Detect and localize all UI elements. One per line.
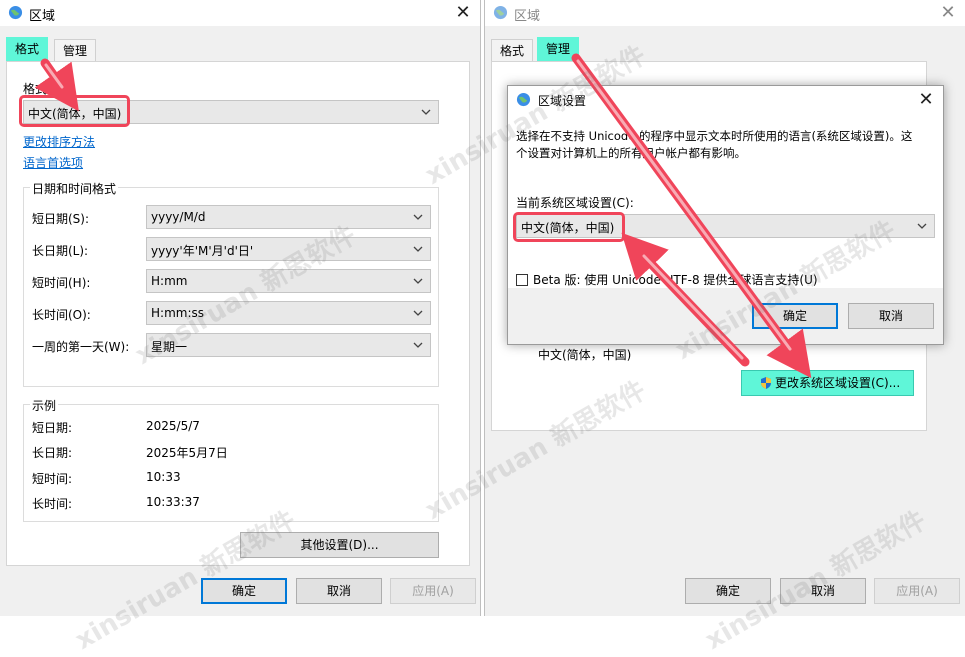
long-date-value: yyyy'年'M'月'd'日': [151, 244, 254, 258]
highlight-locale-select: [513, 212, 625, 242]
example-short-date-value: 2025/5/7: [146, 419, 200, 433]
example-long-time-value: 10:33:37: [146, 495, 200, 509]
globe-icon: [493, 5, 508, 20]
datetime-group-title: 日期和时间格式: [30, 180, 119, 197]
example-short-time-label: 短时间:: [32, 472, 73, 486]
window-title: 区域: [29, 9, 56, 24]
dialog-description-line1: 选择在不支持 Unicode 的程序中显示文本时所使用的语言(系统区域设置)。这: [516, 129, 913, 143]
title-bar: 区域 ✕: [0, 0, 480, 26]
short-time-value: H:mm: [151, 274, 188, 288]
short-time-label: 短时间(H):: [32, 276, 91, 290]
change-system-locale-button[interactable]: 更改系统区域设置(C)...: [741, 370, 914, 396]
shield-icon: [761, 377, 771, 389]
example-long-date-label: 长日期:: [32, 446, 73, 460]
tab-format[interactable]: 格式: [491, 39, 534, 61]
globe-icon: [8, 5, 23, 20]
apply-button[interactable]: 应用(A): [874, 578, 960, 604]
close-icon[interactable]: ✕: [915, 89, 937, 111]
long-time-label: 长时间(O):: [32, 308, 91, 322]
current-locale-label: 当前系统区域设置(C):: [516, 196, 634, 210]
cancel-button[interactable]: 取消: [296, 578, 382, 604]
dialog-description-line2: 个设置对计算机上的所有用户帐户都有影响。: [516, 146, 746, 160]
chevron-down-icon: [421, 109, 431, 115]
short-date-value: yyyy/M/d: [151, 210, 206, 224]
window-title: 区域: [514, 9, 541, 24]
example-short-date-label: 短日期:: [32, 421, 73, 435]
tab-format[interactable]: 格式: [6, 37, 49, 61]
short-date-label: 短日期(S):: [32, 212, 90, 226]
example-group: 示例 短日期: 2025/5/7 长日期: 2025年5月7日 短时间: 10:…: [23, 397, 439, 522]
chevron-down-icon: [413, 246, 423, 252]
chevron-down-icon: [917, 223, 927, 229]
language-preferences-link[interactable]: 语言首选项: [23, 154, 83, 171]
title-bar: 区域 ✕: [485, 0, 965, 26]
tab-admin[interactable]: 管理: [537, 37, 580, 61]
example-long-time-label: 长时间:: [32, 497, 73, 511]
chevron-down-icon: [413, 214, 423, 220]
current-locale-text: 中文(简体，中国): [538, 348, 632, 362]
example-long-date-value: 2025年5月7日: [146, 446, 228, 460]
close-icon[interactable]: ✕: [452, 2, 474, 24]
chevron-down-icon: [413, 278, 423, 284]
first-day-label: 一周的第一天(W):: [32, 340, 130, 354]
chevron-down-icon: [413, 342, 423, 348]
apply-button[interactable]: 应用(A): [390, 578, 476, 604]
chevron-down-icon: [413, 310, 423, 316]
example-short-time-value: 10:33: [146, 470, 181, 484]
example-group-title: 示例: [30, 397, 59, 414]
change-system-locale-label: 更改系统区域设置(C)...: [775, 376, 901, 390]
tab-admin[interactable]: 管理: [54, 39, 97, 61]
long-date-label: 长日期(L):: [32, 244, 89, 258]
change-sort-link[interactable]: 更改排序方法: [23, 133, 95, 150]
dialog-cancel-button[interactable]: 取消: [848, 303, 934, 329]
utf8-beta-checkbox[interactable]: [516, 274, 528, 286]
close-icon[interactable]: ✕: [937, 2, 959, 24]
highlight-format-select: [19, 95, 130, 127]
short-date-select[interactable]: yyyy/M/d: [146, 205, 431, 229]
